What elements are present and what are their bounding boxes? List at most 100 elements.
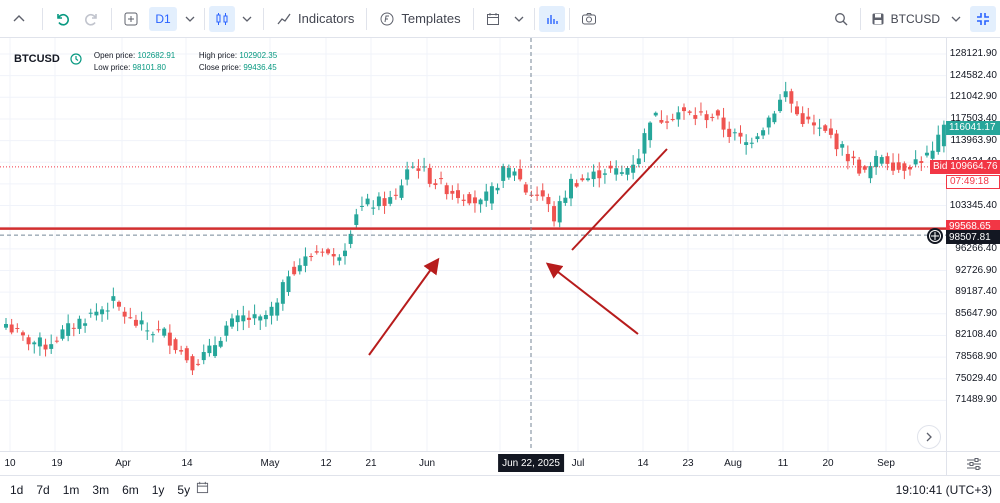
candle-body [591,171,596,180]
candle-body [371,207,376,209]
candle-body [122,311,127,317]
symbol-label: BTCUSD [890,11,940,26]
candle-body [800,113,805,125]
scroll-to-realtime-button[interactable] [917,425,941,449]
candle-body [823,125,828,131]
candle-body [778,99,783,112]
candle-body [715,110,720,116]
chevron-up-icon [13,14,25,21]
range-1y[interactable]: 1y [152,483,165,497]
candle-body [817,127,822,129]
axis-settings-button[interactable] [946,451,1000,475]
candle-body [885,156,890,164]
symbol-selector[interactable]: BTCUSD [865,0,946,38]
candle-body [128,317,133,319]
candle-body [732,132,737,134]
redo-button[interactable] [77,0,107,38]
range-6m[interactable]: 6m [122,483,139,497]
price-tick: 82108.40 [955,329,997,341]
timeframe-dropdown[interactable] [180,0,200,38]
range-3m[interactable]: 3m [92,483,109,497]
chart-type-dropdown[interactable] [235,0,259,38]
candle-body [280,282,285,304]
candle-body [246,317,251,320]
templates-button[interactable]: Templates [371,0,468,38]
symbol-dropdown[interactable] [946,0,966,38]
indicators-label: Indicators [298,11,355,26]
add-alert-button[interactable] [927,228,943,245]
annotation-arrow [545,262,639,335]
candle-body [173,339,178,351]
range-1d[interactable]: 1d [10,483,23,497]
candle-body [744,142,749,146]
candle-body [43,344,48,350]
fullscreen-button[interactable] [970,5,996,32]
chevron-down-icon [514,16,524,22]
candle-body [834,133,839,150]
chart-type-button[interactable] [209,5,235,32]
candle-body [343,250,347,257]
candle-body [252,314,257,319]
screenshot-button[interactable] [574,0,604,38]
candle-body [597,170,602,179]
date-range-button[interactable] [196,481,209,499]
candle-body [467,194,472,204]
candle-body [230,318,234,327]
undo-icon [57,13,69,26]
candle-body [540,190,545,197]
price-tick: 96266.40 [955,242,997,254]
time-axis[interactable]: 10 19 Apr 14 May 12 21 Jun Jul 14 23 Aug 11 20 Sep [0,451,946,475]
calendar-dropdown[interactable] [508,0,530,38]
candle-body [49,344,54,349]
time-tick: 20 [822,458,834,469]
candle-body [337,257,342,261]
top-toolbar: D1 Indicators Templates BTCUSD [0,0,1000,38]
clock-icon [70,53,82,65]
candle-body [139,320,144,325]
candle-body [795,106,799,115]
chart-canvas[interactable] [0,38,946,451]
candle-body [811,122,816,126]
candle-body [512,171,517,176]
timeframe-button[interactable]: D1 [146,0,180,38]
indicators-button[interactable]: Indicators [268,0,362,38]
candle-body [60,329,65,339]
candle-body [427,167,432,184]
candle-body [382,198,387,206]
clock-display[interactable]: 19:10:41 (UTC+3) [896,483,992,497]
candle-body [659,120,664,123]
price-scale[interactable]: 128121.90 124582.40 121042.90 117503.40 1139… [946,38,1000,451]
price-tick: 128121.90 [949,48,997,59]
candle-body [399,185,404,198]
candle-body [179,350,184,352]
open-value: 102682.91 [137,51,176,60]
candle-body [422,166,427,168]
candle-body [111,296,116,301]
candle-body [201,352,206,361]
price-tick: 89187.40 [955,286,997,298]
range-1m[interactable]: 1m [63,483,80,497]
time-tick: Jun [418,458,436,469]
candle-body [269,306,274,316]
undo-button[interactable] [47,0,77,38]
range-5y[interactable]: 5y [177,483,190,497]
candle-body [614,168,619,175]
candle-body [213,345,218,357]
price-tick: 113963.90 [950,134,997,146]
candle-body [26,337,31,345]
candle-body [263,314,268,320]
candle-body [580,178,585,181]
collapse-button[interactable] [0,0,38,38]
calendar-button[interactable] [478,0,508,38]
add-symbol-button[interactable] [116,0,146,38]
candle-body [625,168,630,175]
range-7d[interactable]: 7d [36,483,49,497]
divider [204,7,205,30]
candle-body [489,186,494,204]
search-button[interactable] [826,0,856,38]
volume-button[interactable] [538,5,565,32]
candle-body [930,150,935,159]
candle-body [66,323,71,336]
candle-body [840,144,845,148]
price-chart[interactable] [0,38,946,451]
